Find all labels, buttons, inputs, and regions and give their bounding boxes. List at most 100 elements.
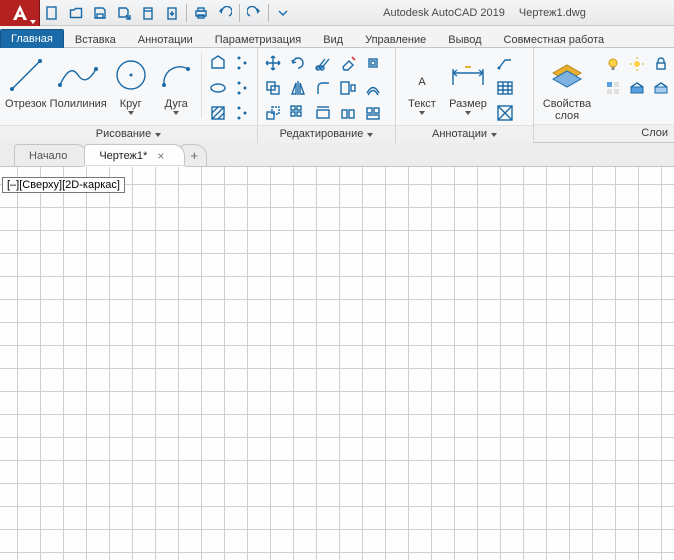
tab-view[interactable]: Вид xyxy=(312,30,354,48)
file-tab-new[interactable]: + xyxy=(181,144,207,166)
chevron-down-icon xyxy=(155,133,161,137)
qat-open-web-button[interactable] xyxy=(137,2,159,24)
file-tab-current[interactable]: Чертеж1* × xyxy=(84,144,185,166)
scale-button[interactable] xyxy=(261,101,285,125)
rectangle-icon xyxy=(209,54,227,72)
separator xyxy=(268,4,269,22)
scale-icon xyxy=(264,104,282,122)
svg-text:A: A xyxy=(418,76,426,88)
qat-open-button[interactable] xyxy=(65,2,87,24)
layer-properties-button[interactable]: Свойства слоя xyxy=(537,50,597,122)
ellipse-icon xyxy=(209,79,227,97)
chevron-down-icon xyxy=(465,111,471,115)
circle-icon xyxy=(111,55,151,95)
dimension-button[interactable]: Размер xyxy=(445,50,491,115)
qat-redo-button[interactable] xyxy=(243,2,265,24)
line-button[interactable]: Отрезок xyxy=(3,50,49,110)
panel-draw-title[interactable]: Рисование xyxy=(0,125,257,143)
explode-button[interactable] xyxy=(361,51,385,75)
layer-properties-icon xyxy=(547,55,587,95)
spline-button[interactable] xyxy=(230,51,254,75)
drawing-canvas[interactable] xyxy=(0,167,674,560)
layer-off-button[interactable] xyxy=(625,76,649,100)
qat-plot-button[interactable] xyxy=(190,2,212,24)
file-tab-label: Начало xyxy=(29,150,67,162)
lock-icon xyxy=(653,56,669,72)
rotate-button[interactable] xyxy=(286,51,310,75)
mirror-button[interactable] xyxy=(286,76,310,100)
drawing-area-wrap: [–][Сверху][2D-каркас] xyxy=(0,167,674,560)
file-tabs: Начало Чертеж1* × + xyxy=(0,143,674,167)
panel-layers: Свойства слоя Слои xyxy=(534,48,674,142)
copy-button[interactable] xyxy=(261,76,285,100)
panel-modify-title[interactable]: Редактирование xyxy=(258,125,395,143)
ellipse-button[interactable] xyxy=(206,76,230,100)
tab-output[interactable]: Вывод xyxy=(437,30,492,48)
panel-draw: Отрезок Полилиния Круг Дуга xyxy=(0,48,258,142)
panel-layers-title[interactable]: Слои xyxy=(534,124,674,142)
chevron-down-icon xyxy=(367,133,373,137)
rectangle-button[interactable] xyxy=(206,51,230,75)
circle-button[interactable]: Круг xyxy=(108,50,154,115)
cloud-button[interactable] xyxy=(493,101,517,125)
spline2-button[interactable] xyxy=(230,76,254,100)
table-icon xyxy=(496,79,514,97)
region-button[interactable] xyxy=(230,101,254,125)
layer-controls xyxy=(601,50,671,98)
align-button[interactable] xyxy=(311,101,335,125)
offset-button[interactable] xyxy=(361,76,385,100)
layer-lock-button[interactable] xyxy=(649,52,673,76)
break-button[interactable] xyxy=(361,101,385,125)
panel-annotation-title[interactable]: Аннотации xyxy=(396,125,533,143)
tab-home[interactable]: Главная xyxy=(0,29,64,48)
autocad-logo-icon xyxy=(10,3,30,23)
app-menu-button[interactable] xyxy=(0,0,40,26)
qat-saveas-button[interactable] xyxy=(113,2,135,24)
array-icon xyxy=(289,104,307,122)
qat-customize-button[interactable] xyxy=(272,2,294,24)
tab-insert[interactable]: Вставка xyxy=(64,30,127,48)
chevron-down-icon xyxy=(30,20,36,24)
dimension-icon xyxy=(447,55,489,95)
polyline-icon xyxy=(56,55,100,95)
trim-icon xyxy=(314,54,332,72)
hatch-icon xyxy=(209,104,227,122)
layer-freeze-button[interactable] xyxy=(625,52,649,76)
polyline-button[interactable]: Полилиния xyxy=(49,50,108,110)
bulb-icon xyxy=(605,56,621,72)
layer-iso-button[interactable] xyxy=(601,76,625,100)
qat-save-web-button[interactable] xyxy=(161,2,183,24)
close-icon[interactable]: × xyxy=(157,150,164,162)
text-icon: A xyxy=(404,55,440,95)
move-button[interactable] xyxy=(261,51,285,75)
stretch-button[interactable] xyxy=(336,76,360,100)
table-button[interactable] xyxy=(493,76,517,100)
chevron-down-icon xyxy=(173,111,179,115)
leader-button[interactable] xyxy=(493,51,517,75)
arc-button[interactable]: Дуга xyxy=(153,50,199,115)
tab-annotate[interactable]: Аннотации xyxy=(127,30,204,48)
layer-match-button[interactable] xyxy=(649,76,673,100)
move-icon xyxy=(264,54,282,72)
trim-button[interactable] xyxy=(311,51,335,75)
chevron-down-icon xyxy=(419,111,425,115)
fillet-button[interactable] xyxy=(311,76,335,100)
tab-parametric[interactable]: Параметризация xyxy=(204,30,312,48)
sun-icon xyxy=(629,56,645,72)
mirror-icon xyxy=(289,79,307,97)
tab-collaborate[interactable]: Совместная работа xyxy=(493,30,616,48)
qat-new-button[interactable] xyxy=(41,2,63,24)
tab-manage[interactable]: Управление xyxy=(354,30,437,48)
file-tab-start[interactable]: Начало xyxy=(14,144,88,166)
array-button[interactable] xyxy=(286,101,310,125)
qat-save-button[interactable] xyxy=(89,2,111,24)
qat-undo-button[interactable] xyxy=(214,2,236,24)
hatch-button[interactable] xyxy=(206,101,230,125)
lengthen-button[interactable] xyxy=(336,101,360,125)
erase-button[interactable] xyxy=(336,51,360,75)
annot-small xyxy=(493,50,517,125)
fillet-icon xyxy=(314,79,332,97)
text-button[interactable]: A Текст xyxy=(399,50,445,115)
layer-on-button[interactable] xyxy=(601,52,625,76)
viewport-controls[interactable]: [–][Сверху][2D-каркас] xyxy=(2,177,125,193)
